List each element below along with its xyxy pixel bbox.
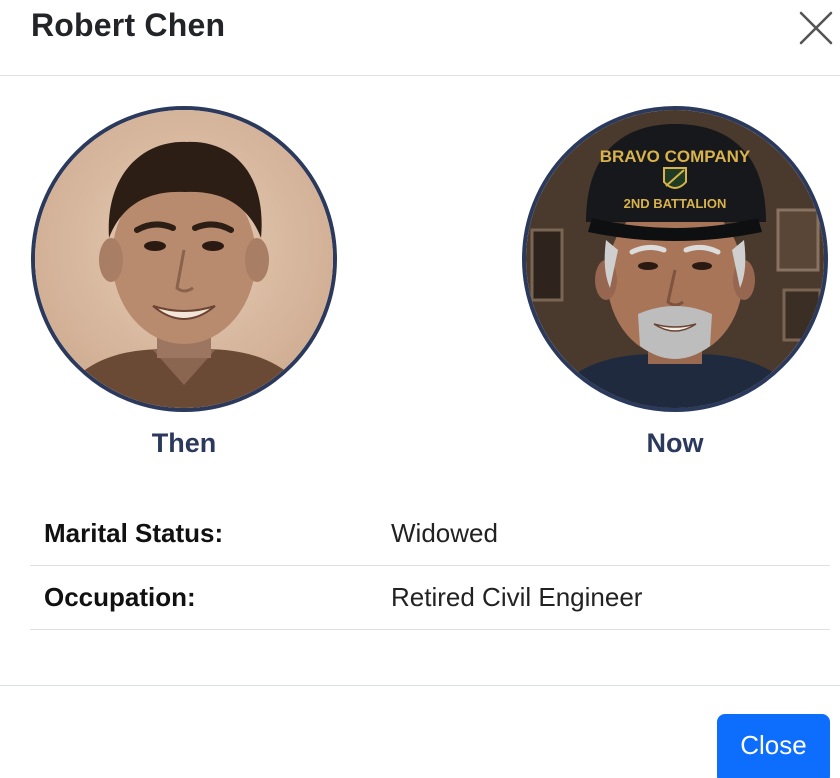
shield-emblem-icon	[663, 167, 687, 189]
modal-title: Robert Chen	[31, 7, 226, 43]
detail-label: Occupation:	[44, 582, 196, 612]
now-photo: BRAVO COMPANY 2ND BATTALION	[522, 106, 828, 412]
detail-label: Marital Status:	[44, 518, 224, 548]
cap-text-top: BRAVO COMPANY	[600, 147, 751, 166]
modal-header: Robert Chen	[0, 0, 840, 76]
detail-value: Retired Civil Engineer	[391, 582, 643, 612]
close-button[interactable]: Close	[717, 714, 830, 778]
detail-value: Widowed	[391, 518, 498, 548]
close-x-icon[interactable]	[798, 10, 834, 46]
details-table: Marital Status: Widowed Occupation: Reti…	[30, 502, 830, 630]
footer-divider	[0, 685, 840, 686]
profile-modal: Robert Chen BRAVO COMPANY 2ND BATTALION …	[0, 0, 840, 778]
then-caption: Then	[151, 428, 217, 458]
now-caption: Now	[646, 428, 704, 458]
cap-text-bottom: 2ND BATTALION	[624, 196, 727, 211]
then-photo	[31, 106, 337, 412]
detail-row-occupation: Occupation: Retired Civil Engineer	[30, 566, 830, 630]
detail-row-marital-status: Marital Status: Widowed	[30, 502, 830, 566]
